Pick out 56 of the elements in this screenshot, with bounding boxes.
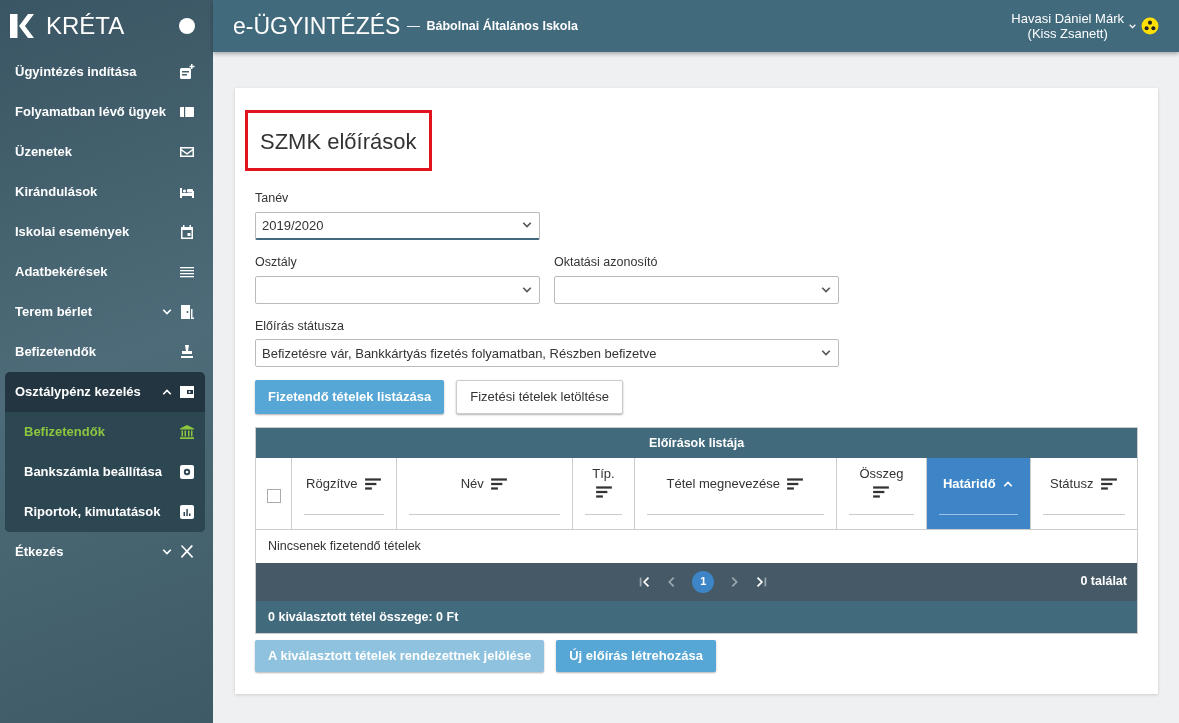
list-icon	[179, 264, 195, 280]
field-label: Előírás státusza	[255, 317, 345, 335]
calendar-icon	[179, 224, 195, 240]
table-title: Előírások listája	[256, 427, 1137, 458]
door-icon	[179, 304, 195, 320]
column-header[interactable]: Státusz	[1031, 457, 1137, 529]
sidebar-item[interactable]: Üzenetek	[5, 132, 205, 172]
sidebar-item[interactable]: Befizetendők	[5, 332, 205, 372]
result-count: 0 találat	[1080, 573, 1127, 591]
bank-icon	[179, 424, 195, 440]
action-button[interactable]: Fizetési tételek letöltése	[456, 380, 623, 414]
title-separator: —	[406, 17, 420, 36]
logo-icon	[10, 14, 34, 38]
empty-message: Nincsenek fizetendő tételek	[256, 528, 1137, 563]
bar-chart-icon	[179, 504, 195, 520]
column-header[interactable]: Határidő	[927, 457, 1031, 529]
sidebar-item[interactable]: Étkezés	[5, 532, 205, 572]
select-field[interactable]: 2019/2020	[255, 211, 540, 240]
sidebar-item[interactable]: Ügyintézés indítása	[5, 52, 205, 92]
column-header[interactable]: Tétel megnevezése	[635, 457, 837, 529]
submenu-item[interactable]: Riportok, kimutatások	[5, 492, 205, 532]
sidebar-item[interactable]: Kirándulások	[5, 172, 205, 212]
page-title: SZMK előírások	[245, 110, 432, 171]
selection-summary: 0 kiválasztott tétel összege: 0 Ft	[256, 600, 1137, 633]
sidebar-item[interactable]: Osztálypénz kezelés	[5, 372, 205, 412]
school-name: Bábolnai Általános Iskola	[426, 17, 578, 35]
user-role: (Kiss Zsanett)	[1026, 26, 1109, 41]
cutlery-icon	[179, 544, 195, 560]
submenu-item[interactable]: Bankszámla beállítása	[5, 452, 205, 492]
select-field[interactable]	[554, 275, 839, 304]
logo-text: KRÉTA	[46, 11, 126, 41]
rectangle-icon	[179, 104, 195, 120]
checkbox[interactable]	[266, 489, 281, 504]
last-page-icon	[754, 574, 769, 589]
app-title: e-ÜGYINTÉZÉS	[233, 11, 401, 41]
field-label: Tanév	[255, 190, 290, 207]
column-header[interactable]: Név	[397, 457, 573, 529]
field-label: Osztály	[255, 253, 298, 271]
stamp-icon	[179, 344, 195, 360]
sidebar-item[interactable]: Iskolai események	[5, 212, 205, 252]
wallet-icon	[179, 384, 195, 400]
circle-icon	[179, 18, 195, 34]
submenu-item[interactable]: Befizetendők	[5, 412, 205, 452]
mail-icon	[179, 144, 195, 160]
field-label: Oktatási azonosító	[554, 253, 659, 271]
sidebar-item[interactable]: Adatbekérések	[5, 252, 205, 292]
accessibility-icon	[1141, 17, 1159, 35]
column-header[interactable]: Típ.	[573, 457, 635, 529]
page-button[interactable]: 1	[692, 570, 715, 593]
select-field[interactable]	[255, 275, 540, 304]
user-name: Havasi Dániel Márk	[1011, 11, 1124, 26]
document-plus-icon	[179, 64, 195, 80]
select-field[interactable]: Befizetésre vár, Bankkártyás fizetés folyamatban, Részben befizetve	[255, 339, 839, 368]
column-header[interactable]: Rögzítve	[292, 457, 397, 529]
sidebar-item[interactable]: Folyamatban lévő ügyek	[5, 92, 205, 132]
sidebar-item[interactable]: Terem bérlet	[5, 292, 205, 332]
